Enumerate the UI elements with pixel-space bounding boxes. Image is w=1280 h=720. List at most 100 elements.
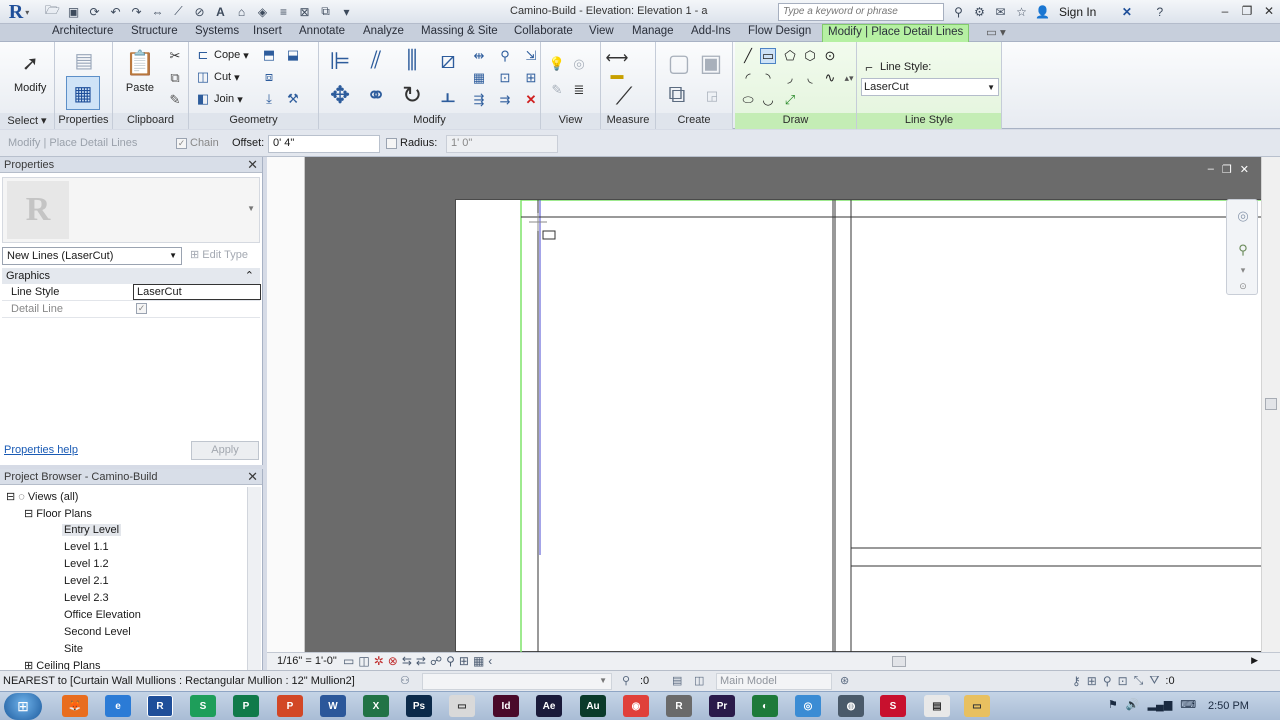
save-icon[interactable]: ▣	[65, 3, 82, 20]
taskbar-app[interactable]: S	[190, 695, 216, 717]
restore-icon[interactable]: ❐	[1236, 0, 1258, 22]
3d-view-icon[interactable]: ⌂	[233, 3, 250, 20]
tab-modify-place-detail-lines[interactable]: Modify | Place Detail Lines	[822, 24, 970, 42]
apply-button[interactable]: Apply	[191, 441, 259, 460]
create-group-icon[interactable]: ⧉	[662, 80, 692, 110]
scroll-right-icon[interactable]: ▶	[1251, 655, 1258, 666]
tab-insert[interactable]: Insert	[253, 25, 282, 37]
ribbon-minimize-icon[interactable]: ▭ ▾	[986, 25, 1006, 39]
paint-icon[interactable]: ⬓	[285, 47, 301, 63]
partial-ellipse-icon[interactable]: ◡	[760, 92, 776, 108]
communication-icon[interactable]: ✉	[992, 3, 1009, 20]
tab-massing-site[interactable]: Massing & Site	[421, 25, 498, 37]
graphics-group-header[interactable]: Graphics ⌃	[2, 268, 260, 284]
tree-node-ceiling-plans[interactable]: ⊞ Ceiling Plans	[24, 659, 100, 670]
pin-icon[interactable]: ⚲	[497, 48, 513, 64]
copy-element-icon[interactable]: ⚭	[361, 80, 391, 110]
switch-windows-icon[interactable]: ⧉	[317, 3, 334, 20]
nav-dropdown-icon[interactable]: ▾	[1235, 262, 1251, 278]
analytical-model-icon[interactable]: ▦	[473, 654, 484, 668]
draw-scroll-icon[interactable]: ▴▾	[841, 70, 857, 86]
array-icon[interactable]: ▦	[471, 70, 487, 86]
workset-select[interactable]: ▼	[422, 673, 612, 690]
align-icon[interactable]: ⊫	[325, 46, 355, 76]
select-by-face-icon[interactable]: ⊡	[1118, 674, 1128, 688]
hide-icon[interactable]: 💡	[549, 56, 565, 72]
trim-single-icon[interactable]: ⊞	[523, 70, 539, 86]
cut-geometry-button[interactable]: ◫ Cut ▾	[195, 69, 240, 85]
temp-hide-icon[interactable]: ☍	[430, 654, 442, 668]
worksets-icon[interactable]: ⚇	[400, 674, 410, 687]
tree-node-floor-plans[interactable]: ⊟ Floor Plans	[24, 507, 92, 520]
view-scale[interactable]: 1/16" = 1'-0"	[277, 655, 337, 667]
vertical-scroll-thumb[interactable]	[1265, 398, 1277, 410]
tree-item-level[interactable]: Level 1.2	[64, 558, 109, 570]
demolish-icon[interactable]: ⤓	[261, 91, 277, 107]
modify-button[interactable]: ➚ Modify	[14, 48, 46, 95]
select-dropdown[interactable]: Select ▾	[0, 113, 54, 129]
elevation-drawing[interactable]	[456, 199, 1268, 653]
network-icon[interactable]: ▂▄▆	[1148, 698, 1173, 711]
taskbar-app[interactable]: ◍	[838, 695, 864, 717]
circumscribed-icon[interactable]: ⬡	[802, 48, 818, 64]
properties-help-link[interactable]: Properties help	[4, 444, 78, 456]
tab-analyze[interactable]: Analyze	[363, 25, 404, 37]
paste-button[interactable]: 📋 Paste	[125, 48, 155, 95]
temp-properties-icon[interactable]: ⊞	[459, 654, 469, 668]
type-properties-icon[interactable]: ▤	[70, 48, 98, 72]
reveal-hidden-icon[interactable]: ⚲	[446, 654, 455, 668]
aligned-dimension-icon[interactable]: ⟋	[609, 82, 639, 112]
close-icon[interactable]: ✕	[1258, 0, 1280, 22]
taskbar-app[interactable]: R	[147, 695, 173, 717]
tab-view[interactable]: View	[589, 25, 614, 37]
linework-icon[interactable]: ✎	[549, 82, 565, 98]
tree-item-level[interactable]: Level 1.1	[64, 541, 109, 553]
collapse-icon[interactable]: ⌃	[245, 269, 254, 282]
select-underlay-icon[interactable]: ⊞	[1087, 674, 1097, 688]
pick-lines-icon[interactable]: ⤢	[782, 92, 798, 108]
close-properties-icon[interactable]: ✕	[247, 157, 258, 173]
exchange-icon[interactable]: ✕	[1118, 3, 1135, 20]
offset-input[interactable]: 0' 4"	[268, 135, 380, 153]
mirror-draw-icon[interactable]: ⧄	[433, 46, 463, 76]
tree-item-level[interactable]: Entry Level	[62, 524, 122, 536]
user-icon[interactable]: 👤	[1034, 3, 1051, 20]
application-menu-button[interactable]: R ▾	[0, 0, 38, 24]
tab-architecture[interactable]: Architecture	[52, 25, 113, 37]
volume-icon[interactable]: 🔊	[1126, 698, 1140, 711]
elevation-view[interactable]	[455, 199, 1268, 653]
clock[interactable]: 2:50 PM	[1208, 700, 1249, 712]
binoculars-icon[interactable]: ⚲	[950, 3, 967, 20]
taskbar-app[interactable]: ▤	[924, 695, 950, 717]
taskbar-app[interactable]: P	[233, 695, 259, 717]
fillet-arc-icon[interactable]: ◟	[802, 70, 818, 86]
taskbar-app[interactable]: Au	[580, 695, 606, 717]
model-options-icon[interactable]: ⊛	[840, 674, 849, 687]
horizontal-scroll-thumb[interactable]	[892, 656, 906, 667]
cope-button[interactable]: ⊏ Cope ▾	[195, 47, 249, 63]
taskbar-app[interactable]: Ae	[536, 695, 562, 717]
taskbar-app[interactable]: Pr	[709, 695, 735, 717]
taskbar-app[interactable]: ◉	[623, 695, 649, 717]
taskbar-app[interactable]: S	[880, 695, 906, 717]
taskbar-app[interactable]: ◎	[795, 695, 821, 717]
create-similar-icon[interactable]: ◲	[704, 88, 720, 104]
detail-level-icon[interactable]: ▭	[343, 654, 354, 668]
design-option-select[interactable]: Main Model	[716, 673, 832, 690]
undo-icon[interactable]: ↶	[107, 3, 124, 20]
type-filter-select[interactable]: New Lines (LaserCut) ▼	[2, 247, 182, 265]
line-weight-icon[interactable]: ≣	[571, 82, 587, 98]
editing-requests-icon[interactable]: ⚲	[622, 674, 630, 687]
exclude-options-icon[interactable]: ◫	[694, 674, 704, 687]
trim-multi-icon[interactable]: ⇉	[497, 92, 513, 108]
search-input[interactable]: Type a keyword or phrase	[778, 3, 944, 21]
nav-options-icon[interactable]: ⊙	[1235, 278, 1251, 294]
wall-joins-icon[interactable]: ⧈	[261, 69, 277, 85]
steering-wheel-icon[interactable]: ◎	[1235, 208, 1251, 224]
help-icon[interactable]: ?	[1151, 3, 1168, 20]
start-button[interactable]: ⊞	[4, 693, 42, 720]
edit-type-button[interactable]: ⊞ Edit Type	[190, 248, 248, 261]
override-icon[interactable]: ◎	[571, 56, 587, 72]
visual-style-icon[interactable]: ◫	[358, 654, 369, 668]
spline-icon[interactable]: ∿	[822, 70, 838, 86]
